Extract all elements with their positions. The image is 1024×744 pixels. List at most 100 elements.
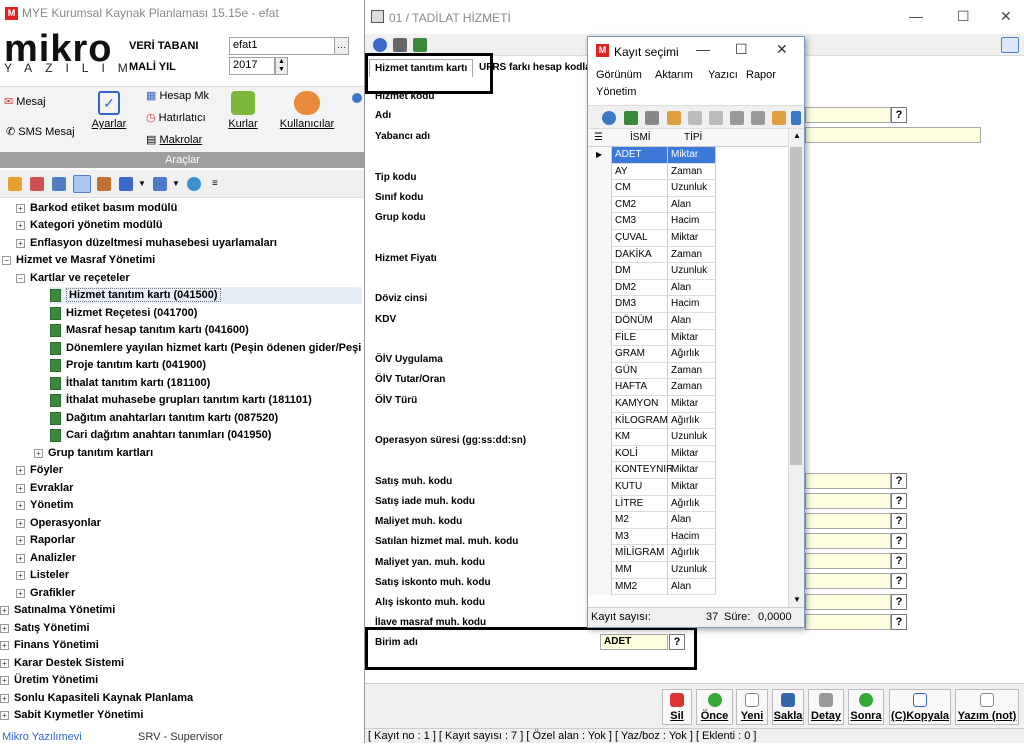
yazim-button[interactable]: Yazım (not)	[955, 689, 1019, 725]
grid-row[interactable]: DÖNÜM Alan	[588, 313, 788, 330]
cell-name[interactable]: KM	[612, 429, 668, 446]
grid-row[interactable]: DM Uzunluk	[588, 263, 788, 280]
cell-name[interactable]: GÜN	[612, 362, 668, 380]
cell-type[interactable]: Miktar	[668, 445, 716, 463]
grid-menu-icon[interactable]: ☰	[594, 132, 603, 143]
grid-row[interactable]: DM3 Hacim	[588, 296, 788, 313]
satis-muh-field[interactable]	[805, 473, 891, 489]
grid-row[interactable]: GRAM Ağırlık	[588, 346, 788, 363]
grid-row[interactable]: GÜN Zaman	[588, 362, 788, 380]
adi-field[interactable]	[805, 107, 891, 123]
grid-row[interactable]: AY Zaman	[588, 163, 788, 181]
maliyet-muh-lookup[interactable]: ?	[891, 513, 907, 529]
arrow-icon[interactable]	[730, 111, 744, 125]
tree-item[interactable]: + Finans Yönetimi	[0, 637, 99, 654]
cell-name[interactable]: CM2	[612, 196, 668, 214]
tree-item[interactable]: + Sonlu Kapasiteli Kaynak Planlama	[0, 690, 193, 707]
maliyet-yan-field[interactable]	[805, 553, 891, 569]
tree-item[interactable]: − Kartlar ve reçeteler	[16, 270, 130, 287]
view-icon[interactable]	[73, 175, 91, 193]
cell-name[interactable]: M2	[612, 512, 668, 529]
grid-row[interactable]: MM2 Alan	[588, 578, 788, 596]
satis-iade-lookup[interactable]: ?	[891, 493, 907, 509]
grid-row[interactable]: DAKİKA Zaman	[588, 246, 788, 264]
grid-row[interactable]: M3 Hacim	[588, 528, 788, 546]
cell-name[interactable]: MM2	[612, 578, 668, 596]
grid-row[interactable]: M2 Alan	[588, 512, 788, 529]
adi-lookup-button[interactable]: ?	[891, 107, 907, 123]
maliyet-muh-field[interactable]	[805, 513, 891, 529]
tree-item[interactable]: Masraf hesap tanıtım kartı (041600)	[50, 322, 249, 339]
cell-type[interactable]: Miktar	[668, 230, 716, 247]
ilave-masraf-lookup[interactable]: ?	[891, 614, 907, 630]
cell-name[interactable]: ÇUVAL	[612, 230, 668, 247]
toggle-icon[interactable]	[645, 111, 659, 125]
cell-name[interactable]: MİLİGRAM	[612, 545, 668, 562]
grid-row[interactable]: KM Uzunluk	[588, 429, 788, 446]
sms-button[interactable]: ✆ SMS Mesaj	[6, 125, 75, 138]
menu-aktarim[interactable]: Aktarım	[655, 69, 693, 81]
tree-item[interactable]: Hizmet Reçetesi (041700)	[50, 305, 197, 322]
grid-row[interactable]: HAFTA Zaman	[588, 379, 788, 396]
kopyala-button[interactable]: (C)Kopyala	[889, 689, 951, 725]
maliyet-yan-lookup[interactable]: ?	[891, 553, 907, 569]
cell-name[interactable]: M3	[612, 528, 668, 546]
cell-type[interactable]: Uzunluk	[668, 180, 716, 197]
globe-icon[interactable]	[187, 177, 201, 191]
grid-row[interactable]: KUTU Miktar	[588, 479, 788, 496]
tree-item[interactable]: + Kategori yönetim modülü	[16, 217, 163, 234]
grid-row[interactable]: CM3 Hacim	[588, 213, 788, 230]
maximize-icon[interactable]: ☐	[735, 41, 748, 58]
cell-name[interactable]: KUTU	[612, 479, 668, 496]
cell-type[interactable]: Ağırlık	[668, 495, 716, 513]
cell-name[interactable]: KOLİ	[612, 445, 668, 463]
grid-row[interactable]: CM Uzunluk	[588, 180, 788, 197]
grid-row[interactable]: MM Uzunluk	[588, 562, 788, 579]
yeni-button[interactable]: Yeni	[736, 689, 768, 725]
tree-item[interactable]: + Grafikler	[16, 585, 75, 602]
cell-type[interactable]: Miktar	[668, 462, 716, 479]
tree-icon[interactable]	[52, 177, 66, 191]
cell-type[interactable]: Alan	[668, 578, 716, 596]
chevron-down-icon[interactable]: ▼	[138, 179, 146, 188]
cell-name[interactable]: KONTEYNIR	[612, 462, 673, 479]
overflow-icon[interactable]: ≡	[212, 178, 218, 189]
cell-name[interactable]: DÖNÜM	[612, 313, 668, 330]
export-icon[interactable]	[772, 111, 786, 125]
cell-name[interactable]: CM3	[612, 213, 668, 230]
tree-item[interactable]: + Analizler	[16, 550, 76, 567]
refresh-icon[interactable]	[602, 111, 616, 125]
tree-item[interactable]: + Enflasyon düzeltmesi muhasebesi uyarlam…	[16, 235, 277, 252]
tree-item[interactable]: Proje tanıtım kartı (041900)	[50, 357, 206, 374]
tree-item[interactable]: + Listeler	[16, 567, 69, 584]
column-header-name[interactable]: İSMİ	[630, 132, 651, 143]
mesaj-button[interactable]: ✉ Mesaj	[4, 95, 46, 108]
scrollbar-thumb[interactable]	[790, 147, 802, 465]
tree-item[interactable]: Dağıtım anahtarları tanıtım kartı (08752…	[50, 410, 278, 427]
tree-item[interactable]: İthalat tanıtım kartı (181100)	[50, 375, 210, 392]
cell-name[interactable]: KAMYON	[612, 396, 668, 413]
tree-item[interactable]: + Föyler	[16, 462, 63, 479]
print-icon[interactable]	[393, 38, 407, 52]
tree-item[interactable]: + Karar Destek Sistemi	[0, 655, 124, 672]
cell-type[interactable]: Uzunluk	[668, 562, 716, 579]
cell-type[interactable]: Zaman	[668, 246, 716, 264]
tree-item[interactable]: + Satış Yönetimi	[0, 620, 90, 637]
tree-item[interactable]: + Raporlar	[16, 532, 75, 549]
tools-icon[interactable]	[413, 38, 427, 52]
sil-button[interactable]: Sil	[662, 689, 692, 725]
more-icon[interactable]	[791, 111, 801, 125]
satis-iskonto-lookup[interactable]: ?	[891, 573, 907, 589]
tree-item[interactable]: + Evraklar	[16, 480, 73, 497]
grid-row[interactable]: MİLİGRAM Ağırlık	[588, 545, 788, 562]
cell-type[interactable]: Miktar	[668, 396, 716, 413]
grid-row[interactable]: KONTEYNIR Miktar	[588, 462, 788, 479]
cell-type[interactable]: Miktar	[668, 329, 716, 347]
cell-type[interactable]: Uzunluk	[668, 263, 716, 280]
grid-row[interactable]: KOLİ Miktar	[588, 445, 788, 463]
cell-name[interactable]: ADET	[612, 147, 668, 164]
cell-type[interactable]: Zaman	[668, 362, 716, 380]
cell-type[interactable]: Ağırlık	[668, 545, 716, 562]
cell-type[interactable]: Miktar	[668, 479, 716, 496]
alis-iskonto-field[interactable]	[805, 594, 891, 610]
